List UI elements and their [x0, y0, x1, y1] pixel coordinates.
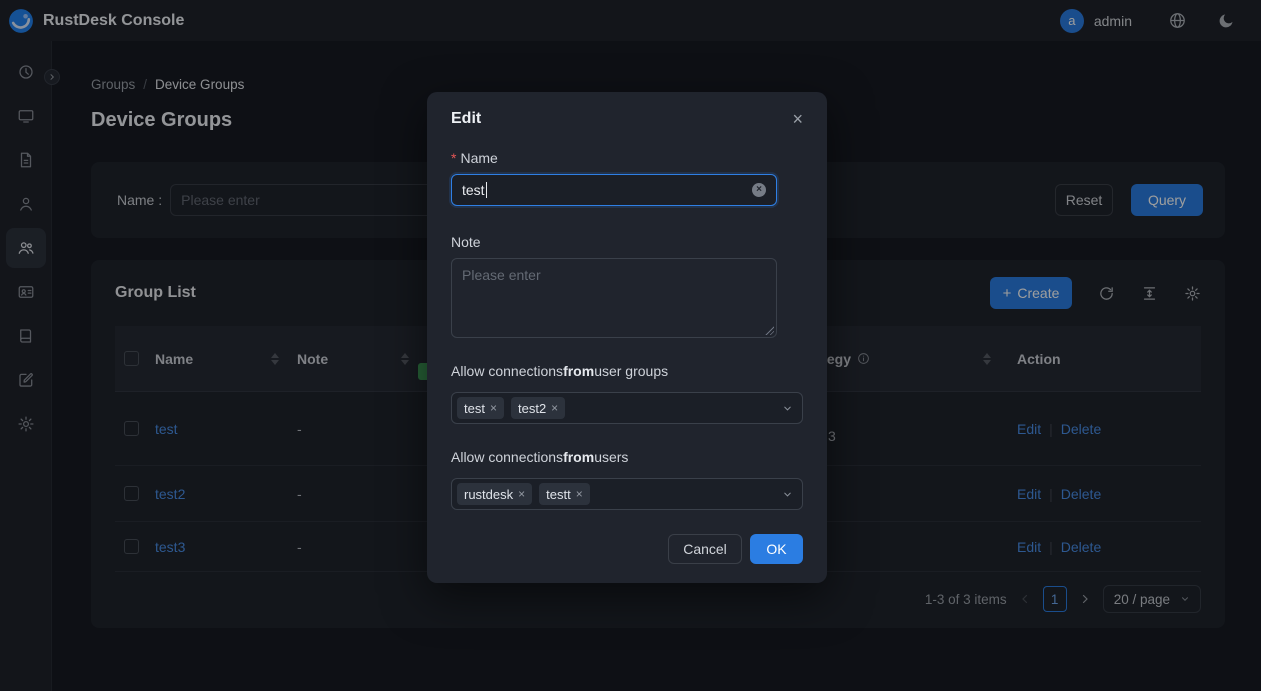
selected-tag: testt ×: [539, 483, 590, 505]
chevron-down-icon: [782, 489, 793, 500]
note-field-label: Note: [451, 232, 803, 252]
text-caret: [486, 182, 487, 198]
rustdesk-console-screen: RustDesk Console a admin: [0, 0, 1261, 691]
selected-tag: rustdesk ×: [457, 483, 532, 505]
user-groups-select[interactable]: test × test2 ×: [451, 392, 803, 424]
remove-tag-icon[interactable]: ×: [518, 488, 525, 500]
remove-tag-icon[interactable]: ×: [490, 402, 497, 414]
required-mark: *: [451, 150, 456, 166]
cancel-button[interactable]: Cancel: [668, 534, 742, 564]
chevron-down-icon: [782, 403, 793, 414]
name-field-label: * Name: [451, 148, 803, 168]
ok-button[interactable]: OK: [750, 534, 803, 564]
note-textarea[interactable]: Please enter: [451, 258, 777, 338]
user-groups-field-label: Allow connections from user groups: [451, 363, 803, 379]
modal-title: Edit: [451, 110, 481, 128]
selected-tag: test2 ×: [511, 397, 565, 419]
name-input[interactable]: test ×: [451, 174, 777, 206]
remove-tag-icon[interactable]: ×: [551, 402, 558, 414]
users-select[interactable]: rustdesk × testt ×: [451, 478, 803, 510]
edit-modal: Edit × * Name test × Note Please enter A…: [427, 92, 827, 583]
resize-grip-icon[interactable]: [764, 325, 774, 335]
users-field-label: Allow connections from users: [451, 449, 803, 465]
close-icon[interactable]: ×: [792, 110, 803, 128]
name-input-value: test: [462, 182, 485, 198]
name-label-text: Name: [460, 150, 497, 166]
remove-tag-icon[interactable]: ×: [576, 488, 583, 500]
note-placeholder: Please enter: [462, 267, 541, 283]
selected-tag: test ×: [457, 397, 504, 419]
clear-input-icon[interactable]: ×: [752, 183, 766, 197]
